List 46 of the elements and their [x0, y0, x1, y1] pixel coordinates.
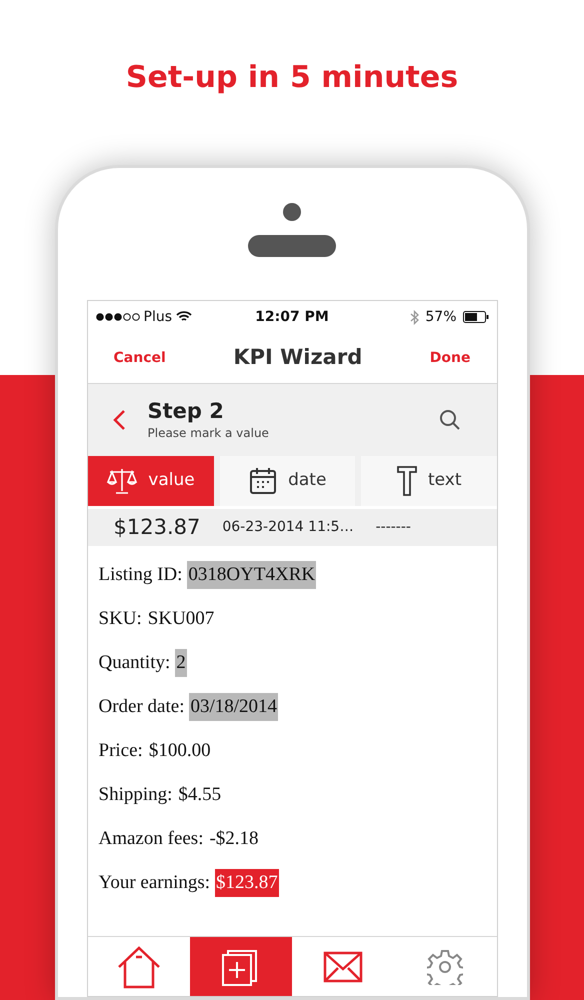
preview-value: ------- [376, 518, 411, 537]
speaker-icon [248, 235, 336, 257]
type-tab[interactable]: date [220, 456, 355, 506]
wifi-icon [176, 311, 192, 323]
camera-icon [283, 203, 301, 221]
step-subtitle: Please mark a value [148, 425, 270, 442]
mail-icon [323, 950, 364, 982]
field-label: Your earnings: [98, 870, 210, 895]
done-button[interactable]: Done [430, 348, 470, 368]
battery-percent: 57% [425, 308, 456, 326]
field-value[interactable]: 0318OYT4XRK [187, 560, 316, 590]
field-value[interactable]: $123.87 [215, 868, 279, 898]
preview-value: $123.87 [114, 514, 200, 541]
field-label: Order date: [98, 694, 184, 719]
field-label: Amazon fees: [98, 826, 204, 851]
step-title: Step 2 [148, 398, 225, 424]
field-value[interactable]: $4.55 [177, 780, 222, 810]
field-value[interactable]: 2 [175, 648, 187, 678]
screen-title: KPI Wizard [233, 344, 362, 372]
field-label: SKU: [98, 606, 142, 631]
calendar-icon [248, 466, 278, 496]
field-value[interactable]: -$2.18 [208, 824, 260, 854]
scale-icon [106, 466, 138, 496]
clock-time: 12:07 PM [254, 308, 330, 326]
bluetooth-icon [410, 310, 420, 324]
search-icon[interactable] [438, 409, 460, 431]
type-tab[interactable]: text [361, 456, 496, 506]
battery-icon [462, 311, 488, 323]
field-label: Quantity: [98, 650, 170, 675]
signal-dots-icon [96, 313, 140, 321]
back-chevron-icon[interactable] [112, 409, 126, 431]
headline: Set-up in 5 minutes [126, 59, 458, 97]
carrier-name: Plus [144, 308, 172, 326]
field-value[interactable]: 03/18/2014 [189, 692, 278, 722]
type-tab[interactable]: value [88, 456, 214, 506]
field-label: Price: [98, 738, 143, 763]
settings-icon [427, 948, 464, 984]
tab-bar-item[interactable] [190, 937, 292, 996]
field-label: Shipping: [98, 782, 172, 807]
letter-t-icon [396, 465, 418, 497]
preview-value: 06-23-2014 11:5… [222, 518, 354, 537]
field-value[interactable]: $100.00 [148, 736, 212, 766]
cancel-button[interactable]: Cancel [114, 348, 166, 368]
home-icon [116, 944, 162, 988]
field-value[interactable]: SKU007 [146, 604, 216, 634]
field-label: Listing ID: [98, 562, 182, 587]
